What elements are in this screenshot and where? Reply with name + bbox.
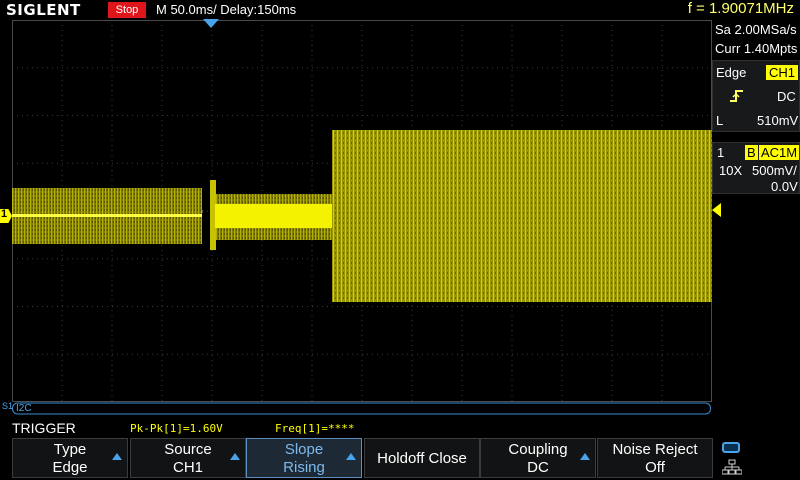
center-tick <box>202 210 203 213</box>
frequency-counter: f = 1.90071MHz <box>687 0 794 17</box>
trigger-level-value: 510mV <box>757 113 799 128</box>
softkey-slope-value: Rising <box>283 459 325 476</box>
softkey-coupling-label: Coupling <box>508 441 568 458</box>
system-status-icons <box>716 438 800 478</box>
trigger-position-marker[interactable] <box>203 19 219 28</box>
up-arrow-icon <box>580 453 590 460</box>
run-stop-indicator[interactable]: Stop <box>108 2 146 18</box>
channel1-marker-label: 1 <box>1 208 8 220</box>
probe-attenuation: 10X <box>719 163 743 178</box>
up-arrow-icon <box>346 453 356 460</box>
bus-protocol-label: I2C <box>16 403 32 414</box>
network-icon[interactable] <box>721 459 743 480</box>
softkey-noise-reject[interactable]: Noise Reject Off <box>597 438 713 478</box>
softkey-source-label: Source <box>164 441 212 458</box>
softkey-slope-label: Slope <box>284 441 324 458</box>
bus-decode-band <box>12 402 711 415</box>
channel1-offset-marker[interactable]: 1 <box>0 209 12 223</box>
softkey-type[interactable]: Type Edge <box>12 438 128 478</box>
sample-rate: Sa 2.00MSa/s <box>715 22 797 37</box>
coupling-badge-wrap: AC1M <box>759 145 800 160</box>
waveform-core-2 <box>215 204 332 228</box>
trigger-level-prefix: L <box>716 113 724 128</box>
up-arrow-icon <box>112 453 122 460</box>
softkey-slope[interactable]: Slope Rising <box>246 438 362 478</box>
trigger-source-badge: CH1 <box>766 65 799 80</box>
vertical-scale: 500mV/ <box>752 163 797 178</box>
up-arrow-icon <box>230 453 240 460</box>
softkey-type-label: Type <box>53 441 87 458</box>
softkey-noise-reject-value: Off <box>645 459 665 476</box>
measurement-pkpk: Pk-Pk[1]=1.60V <box>130 422 223 435</box>
measurement-bar: TRIGGER Pk-Pk[1]=1.60V Freq[1]=**** <box>0 420 800 436</box>
softkey-coupling[interactable]: Coupling DC <box>480 438 596 478</box>
trigger-source-badge-wrap: CH1 <box>766 65 799 80</box>
trigger-coupling: DC <box>777 89 796 104</box>
trigger-type-label: Edge <box>716 65 747 80</box>
rising-edge-icon <box>729 88 745 107</box>
softkey-type-value: Edge <box>52 459 88 476</box>
menu-title: TRIGGER <box>12 420 76 436</box>
softkey-source-value: CH1 <box>172 459 203 476</box>
softkey-menu: Type Edge Source CH1 Slope Rising Holdof… <box>0 436 800 480</box>
measurement-freq: Freq[1]=**** <box>275 422 355 435</box>
top-status-bar: SIGLENT Stop M 50.0ms/ Delay:150ms f = 1… <box>0 0 800 20</box>
waveform-core-1 <box>12 214 202 217</box>
right-info-panel: Sa 2.00MSa/s Curr 1.40Mpts Edge CH1 DC L… <box>712 20 800 420</box>
memory-depth: Curr 1.40Mpts <box>715 41 798 56</box>
softkey-noise-reject-label: Noise Reject <box>612 441 698 458</box>
toggle-icon[interactable] <box>722 442 740 453</box>
bus-marker: S1 <box>2 401 14 411</box>
softkey-holdoff-label: Holdoff Close <box>377 450 467 467</box>
brand-logo: SIGLENT <box>6 1 81 19</box>
channel-number: 1 <box>717 145 725 160</box>
bandwidth-flag-wrap: B <box>745 145 758 160</box>
bandwidth-limit-flag: B <box>745 145 758 160</box>
waveform-burst <box>332 130 712 302</box>
softkey-source[interactable]: Source CH1 <box>130 438 246 478</box>
waveform-display[interactable]: 1 S1 I2C <box>0 19 721 420</box>
trigger-info-box[interactable]: Edge CH1 DC L 510mV <box>712 60 800 132</box>
timebase-readout[interactable]: M 50.0ms/ Delay:150ms <box>156 2 296 17</box>
graticule <box>12 20 712 420</box>
channel-coupling-badge: AC1M <box>759 145 800 160</box>
softkey-coupling-value: DC <box>527 459 549 476</box>
softkey-holdoff[interactable]: Holdoff Close <box>364 438 480 478</box>
channel1-info-box[interactable]: 1 B AC1M 10X 500mV/ 0.0V <box>712 142 800 194</box>
vertical-offset: 0.0V <box>771 179 798 194</box>
